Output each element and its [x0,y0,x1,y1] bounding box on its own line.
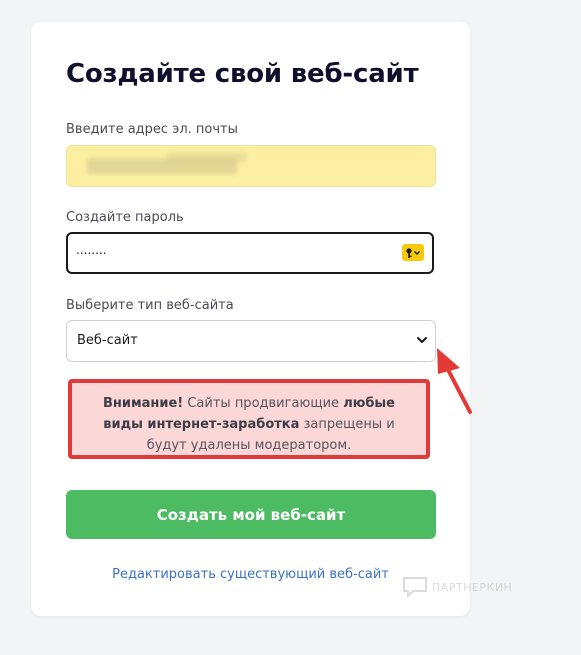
password-field[interactable]: ........ [66,232,434,274]
page-title: Создайте свой веб-сайт [66,59,419,89]
watermark: ПАРТНЕРКИН [402,576,512,598]
annotation-arrow-icon [437,348,472,414]
warning-notice: Внимание! Сайты продвигающие любые виды … [68,379,430,459]
site-type-value: Веб-сайт [77,333,138,348]
chevron-down-icon [417,337,427,343]
chat-bubble-icon [403,577,427,598]
site-type-label: Выберите тип веб-сайта [66,298,234,313]
password-manager-key-icon[interactable] [402,244,424,261]
password-value: ........ [76,243,107,257]
create-website-button[interactable]: Создать мой веб-сайт [66,490,436,539]
email-field[interactable] [66,145,436,187]
site-type-select[interactable]: Веб-сайт [66,320,436,362]
warning-emphasis: Внимание! [102,396,184,411]
signup-card: Создайте свой веб-сайт Введите адрес эл.… [31,22,470,616]
warning-text: Сайты продвигающие [183,396,344,411]
blurred-email-accent [167,152,247,162]
password-label: Создайте пароль [66,210,184,225]
watermark-text: ПАРТНЕРКИН [432,580,513,594]
email-label: Введите адрес эл. почты [66,122,238,137]
